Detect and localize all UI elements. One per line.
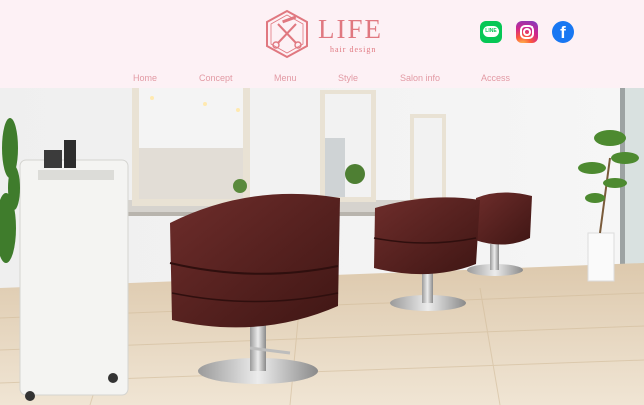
line-icon-label: LINE [485, 28, 497, 34]
facebook-icon-label: f [560, 23, 566, 42]
line-icon[interactable]: LINE [480, 21, 502, 43]
nav-concept[interactable]: Concept [199, 72, 233, 84]
salon-interior-photo [0, 88, 644, 405]
facebook-icon[interactable]: f [552, 21, 574, 43]
nav-style[interactable]: Style [338, 72, 358, 84]
nav-access[interactable]: Access [481, 72, 510, 84]
main-nav: Home Concept Menu Style Salon info Acces… [0, 70, 644, 86]
logo-subtitle: hair design [330, 45, 377, 54]
site-logo[interactable]: LIFE hair design [262, 9, 384, 61]
nav-menu[interactable]: Menu [274, 72, 297, 84]
hero-image [0, 88, 644, 405]
nav-home[interactable]: Home [133, 72, 157, 84]
site-header: LIFE hair design LINE f Home Concept Men… [0, 0, 644, 88]
logo-title: LIFE [318, 14, 383, 44]
scissors-comb-logo-icon [266, 9, 308, 59]
instagram-icon[interactable] [516, 21, 538, 43]
nav-salon-info[interactable]: Salon info [400, 72, 440, 84]
